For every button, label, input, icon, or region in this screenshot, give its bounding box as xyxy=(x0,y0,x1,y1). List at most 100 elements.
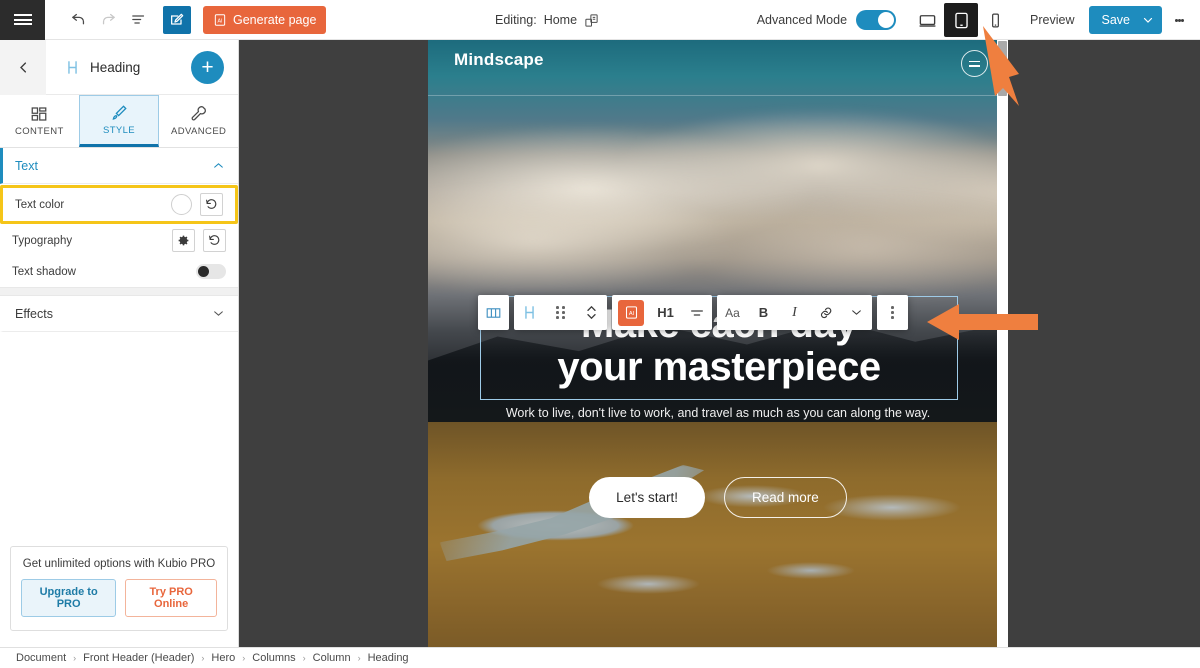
section-text-header[interactable]: Text xyxy=(0,148,238,184)
wrench-icon xyxy=(191,106,206,121)
more-format-button[interactable] xyxy=(841,295,872,330)
pro-promo-box: Get unlimited options with Kubio PRO Upg… xyxy=(10,546,228,631)
toolbar-group-heading: AI H1 xyxy=(612,295,712,330)
save-button[interactable]: Save xyxy=(1088,6,1162,34)
edit-pencil-icon xyxy=(171,13,184,25)
tab-advanced-label: ADVANCED xyxy=(171,126,227,137)
heading-level-button[interactable]: H1 xyxy=(650,295,681,330)
layout-blocks-icon xyxy=(31,107,47,121)
font-size-button[interactable]: Aa xyxy=(717,295,748,330)
breadcrumb-sep: › xyxy=(302,653,306,663)
save-label: Save xyxy=(1101,13,1131,27)
chevron-left-icon xyxy=(19,61,26,73)
typography-reset-button[interactable] xyxy=(203,229,226,252)
main-menu-button[interactable] xyxy=(0,0,45,40)
breadcrumb-item-3[interactable]: Columns xyxy=(252,652,295,664)
breadcrumb-item-1[interactable]: Front Header (Header) xyxy=(83,652,194,664)
section-text-title: Text xyxy=(15,158,38,173)
upgrade-to-pro-button[interactable]: Upgrade to PRO xyxy=(21,579,117,617)
top-toolbar: AI Generate page Editing: Home Advanced … xyxy=(0,0,1200,40)
chevron-up-icon[interactable] xyxy=(212,159,225,172)
add-element-button[interactable]: + xyxy=(191,51,224,84)
section-divider xyxy=(0,287,238,296)
cta-primary-button[interactable]: Let's start! xyxy=(589,477,706,518)
sidebar-element-title: Heading xyxy=(90,59,141,75)
text-color-swatch[interactable] xyxy=(171,194,192,215)
column-layout-button[interactable] xyxy=(478,295,509,330)
scrollbar-thumb[interactable] xyxy=(998,41,1007,96)
advanced-mode-toggle[interactable] xyxy=(856,10,897,30)
paint-brush-icon xyxy=(112,105,127,120)
reset-icon xyxy=(206,199,217,209)
columns-icon xyxy=(486,307,501,318)
tab-style[interactable]: STYLE xyxy=(78,95,160,147)
breadcrumb-item-2[interactable]: Hero xyxy=(211,652,235,664)
edit-mode-button[interactable] xyxy=(163,5,191,34)
app-root: AI Generate page Editing: Home Advanced … xyxy=(0,0,1200,668)
ai-sparkle-icon: AI xyxy=(213,13,227,27)
element-float-toolbar: AI H1 Aa B I xyxy=(478,295,908,330)
text-shadow-label: Text shadow xyxy=(12,265,76,278)
heading-h-icon xyxy=(68,60,77,74)
try-pro-online-button[interactable]: Try PRO Online xyxy=(125,579,217,617)
move-vertical-button[interactable] xyxy=(576,295,607,330)
device-mobile-button[interactable] xyxy=(978,3,1012,37)
breadcrumb-item-0[interactable]: Document xyxy=(16,652,66,664)
desktop-icon xyxy=(919,14,935,27)
reset-icon xyxy=(209,235,220,245)
device-desktop-button[interactable] xyxy=(910,3,944,37)
toolbar-more-button[interactable] xyxy=(877,295,908,330)
toolbar-group-more xyxy=(877,295,908,330)
chevron-down-icon[interactable] xyxy=(1142,14,1154,26)
generate-page-button[interactable]: AI Generate page xyxy=(203,5,327,34)
preview-frame: Mindscape Make each day your masterpiece… xyxy=(428,40,1008,647)
breadcrumb-item-4[interactable]: Column xyxy=(313,652,351,664)
history-list-icon xyxy=(131,15,144,24)
sidebar-header: Heading + xyxy=(0,39,238,95)
undo-button[interactable] xyxy=(63,5,93,35)
advanced-mode-label: Advanced Mode xyxy=(756,13,848,27)
typography-label: Typography xyxy=(12,234,73,247)
ai-generate-button[interactable]: AI xyxy=(618,299,644,326)
text-color-reset-button[interactable] xyxy=(200,193,223,216)
link-icon xyxy=(820,307,831,318)
site-brand[interactable]: Mindscape xyxy=(454,50,544,70)
drag-handle-button[interactable] xyxy=(545,295,576,330)
cta-secondary-button[interactable]: Read more xyxy=(724,477,847,518)
toolbar-group-layout xyxy=(478,295,509,330)
link-button[interactable] xyxy=(810,295,841,330)
tab-advanced[interactable]: ADVANCED xyxy=(159,95,238,147)
sidebar-back-button[interactable] xyxy=(0,39,46,95)
text-shadow-toggle[interactable] xyxy=(196,264,226,279)
preview-scrollbar[interactable] xyxy=(997,40,1008,647)
hero-subtitle[interactable]: Work to live, don't live to work, and tr… xyxy=(468,406,968,420)
section-effects-header[interactable]: Effects xyxy=(0,296,238,332)
pro-promo-text: Get unlimited options with Kubio PRO xyxy=(22,558,216,570)
bold-button[interactable]: B xyxy=(748,295,779,330)
editor-canvas: Mindscape Make each day your masterpiece… xyxy=(239,40,1200,647)
header-guide-line xyxy=(428,95,1008,96)
preview-button[interactable]: Preview xyxy=(1012,13,1088,27)
svg-text:AI: AI xyxy=(628,311,634,317)
chevron-down-icon xyxy=(852,310,861,315)
chevron-down-icon[interactable] xyxy=(212,307,225,320)
editing-indicator: Editing: Home xyxy=(495,0,599,40)
italic-button[interactable]: I xyxy=(779,295,810,330)
device-tablet-button[interactable] xyxy=(944,3,979,37)
breadcrumb-sep: › xyxy=(242,653,246,663)
heading-h-icon xyxy=(525,306,534,319)
typography-settings-button[interactable] xyxy=(172,229,195,252)
tab-content[interactable]: CONTENT xyxy=(0,95,79,147)
history-button[interactable] xyxy=(123,5,153,35)
align-button[interactable] xyxy=(681,295,712,330)
top-more-button[interactable] xyxy=(1166,5,1192,35)
page-switch-button[interactable] xyxy=(584,13,599,28)
drag-handle-icon xyxy=(556,306,565,319)
control-typography: Typography xyxy=(0,225,238,256)
redo-button[interactable] xyxy=(93,5,123,35)
settings-sidebar: Heading + CONTENT STYLE ADVANCED Text Te… xyxy=(0,39,239,648)
hamburger-circle-icon[interactable] xyxy=(961,50,988,77)
heading-element-button[interactable] xyxy=(514,295,545,330)
tab-content-label: CONTENT xyxy=(14,126,64,137)
breadcrumb-item-5[interactable]: Heading xyxy=(368,652,409,664)
